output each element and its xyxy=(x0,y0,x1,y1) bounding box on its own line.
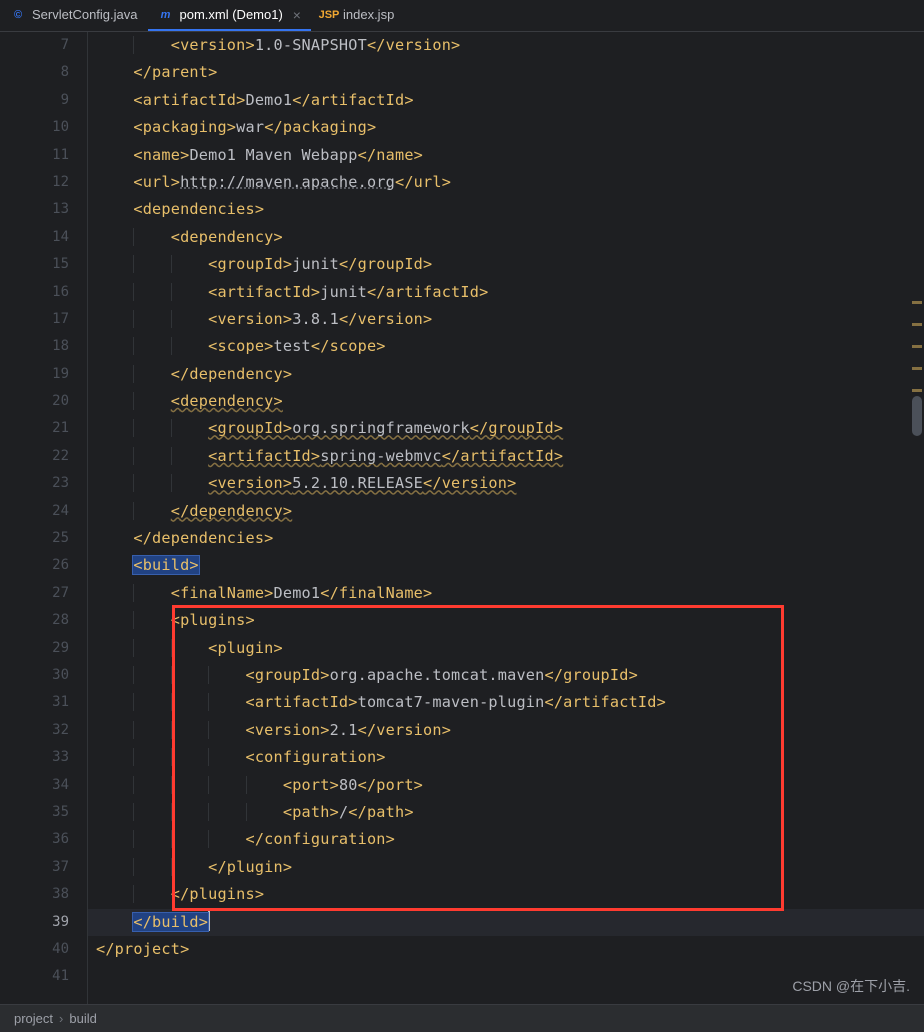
breadcrumb-item[interactable]: build xyxy=(69,1011,96,1026)
editor-tab[interactable]: © ServletConfig.java xyxy=(0,0,148,31)
line-number: 26 xyxy=(0,552,69,579)
code-line[interactable]: <dependency> xyxy=(96,224,924,251)
line-number: 19 xyxy=(0,361,69,388)
code-line[interactable]: <version>1.0-SNAPSHOT</version> xyxy=(96,32,924,59)
line-number: 9 xyxy=(0,87,69,114)
line-number: 13 xyxy=(0,196,69,223)
code-line[interactable]: </dependency> xyxy=(96,361,924,388)
code-line[interactable]: <groupId>org.apache.tomcat.maven</groupI… xyxy=(96,662,924,689)
chevron-right-icon: › xyxy=(59,1011,63,1026)
line-number: 21 xyxy=(0,415,69,442)
line-number: 24 xyxy=(0,498,69,525)
tab-label: pom.xml (Demo1) xyxy=(180,7,283,22)
code-line[interactable]: <plugin> xyxy=(96,635,924,662)
code-line[interactable]: <finalName>Demo1</finalName> xyxy=(96,580,924,607)
code-line[interactable]: <scope>test</scope> xyxy=(96,333,924,360)
line-number: 17 xyxy=(0,306,69,333)
scroll-marker[interactable] xyxy=(912,301,922,304)
watermark-text: CSDN @在下小吉. xyxy=(792,976,910,996)
maven-icon: m xyxy=(158,7,174,23)
code-line[interactable]: <artifactId>junit</artifactId> xyxy=(96,279,924,306)
code-line[interactable]: <artifactId>Demo1</artifactId> xyxy=(96,87,924,114)
code-line[interactable]: <version>2.1</version> xyxy=(96,717,924,744)
code-line[interactable]: <build> xyxy=(96,552,924,579)
line-number: 31 xyxy=(0,689,69,716)
editor-tab[interactable]: JSP index.jsp xyxy=(311,0,404,31)
line-number: 20 xyxy=(0,388,69,415)
scroll-marker[interactable] xyxy=(912,323,922,326)
code-area[interactable]: <version>1.0-SNAPSHOT</version> </parent… xyxy=(88,32,924,1004)
code-editor[interactable]: 7891011121314151617181920212223242526272… xyxy=(0,32,924,1004)
code-line[interactable]: <version>5.2.10.RELEASE</version> xyxy=(96,470,924,497)
line-number: 28 xyxy=(0,607,69,634)
code-line[interactable]: <artifactId>spring-webmvc</artifactId> xyxy=(96,443,924,470)
line-number: 38 xyxy=(0,881,69,908)
code-line[interactable]: <dependency> xyxy=(96,388,924,415)
code-line[interactable]: <configuration> xyxy=(96,744,924,771)
line-number: 23 xyxy=(0,470,69,497)
line-number: 15 xyxy=(0,251,69,278)
code-line[interactable]: <url>http://maven.apache.org</url> xyxy=(96,169,924,196)
line-number: 16 xyxy=(0,279,69,306)
code-line[interactable]: <path>/</path> xyxy=(96,799,924,826)
line-number-gutter: 7891011121314151617181920212223242526272… xyxy=(0,32,88,1004)
vertical-scrollbar[interactable] xyxy=(912,36,922,998)
jsp-icon: JSP xyxy=(321,7,337,23)
line-number: 18 xyxy=(0,333,69,360)
copyright-icon: © xyxy=(10,7,26,23)
scroll-marker[interactable] xyxy=(912,367,922,370)
line-number: 39 xyxy=(0,909,69,936)
line-number: 33 xyxy=(0,744,69,771)
code-line[interactable]: <artifactId>tomcat7-maven-plugin</artifa… xyxy=(96,689,924,716)
line-number: 25 xyxy=(0,525,69,552)
breadcrumb-item[interactable]: project xyxy=(14,1011,53,1026)
code-line[interactable]: </project> xyxy=(96,936,924,963)
code-line[interactable]: </dependencies> xyxy=(96,525,924,552)
line-number: 12 xyxy=(0,169,69,196)
tab-label: ServletConfig.java xyxy=(32,7,138,22)
editor-tab-bar: © ServletConfig.java m pom.xml (Demo1) × JSP i… xyxy=(0,0,924,32)
line-number: 14 xyxy=(0,224,69,251)
code-line[interactable]: <plugins> xyxy=(96,607,924,634)
line-number: 8 xyxy=(0,59,69,86)
editor-tab[interactable]: m pom.xml (Demo1) × xyxy=(148,0,311,31)
scrollbar-thumb[interactable] xyxy=(912,396,922,436)
close-icon[interactable]: × xyxy=(293,7,301,23)
code-line[interactable]: <dependencies> xyxy=(96,196,924,223)
line-number: 41 xyxy=(0,963,69,990)
code-line[interactable]: </plugins> xyxy=(96,881,924,908)
tab-label: index.jsp xyxy=(343,7,394,22)
line-number: 35 xyxy=(0,799,69,826)
code-line[interactable]: <version>3.8.1</version> xyxy=(96,306,924,333)
code-line[interactable]: </parent> xyxy=(96,59,924,86)
text-cursor xyxy=(208,911,210,931)
scroll-marker[interactable] xyxy=(912,389,922,392)
code-line[interactable]: <groupId>junit</groupId> xyxy=(96,251,924,278)
line-number: 10 xyxy=(0,114,69,141)
code-line[interactable]: </configuration> xyxy=(96,826,924,853)
line-number: 22 xyxy=(0,443,69,470)
code-line[interactable]: </dependency> xyxy=(96,498,924,525)
code-line[interactable]: </build> xyxy=(96,909,924,936)
line-number: 29 xyxy=(0,635,69,662)
line-number: 7 xyxy=(0,32,69,59)
breadcrumb-bar: project › build xyxy=(0,1004,924,1032)
scroll-marker[interactable] xyxy=(912,345,922,348)
line-number: 30 xyxy=(0,662,69,689)
line-number: 32 xyxy=(0,717,69,744)
code-line[interactable]: <name>Demo1 Maven Webapp</name> xyxy=(96,142,924,169)
line-number: 36 xyxy=(0,826,69,853)
line-number: 37 xyxy=(0,854,69,881)
code-line[interactable]: <port>80</port> xyxy=(96,772,924,799)
code-line[interactable]: <packaging>war</packaging> xyxy=(96,114,924,141)
code-line[interactable]: </plugin> xyxy=(96,854,924,881)
code-line[interactable]: <groupId>org.springframework</groupId> xyxy=(96,415,924,442)
line-number: 11 xyxy=(0,142,69,169)
line-number: 34 xyxy=(0,772,69,799)
line-number: 27 xyxy=(0,580,69,607)
line-number: 40 xyxy=(0,936,69,963)
